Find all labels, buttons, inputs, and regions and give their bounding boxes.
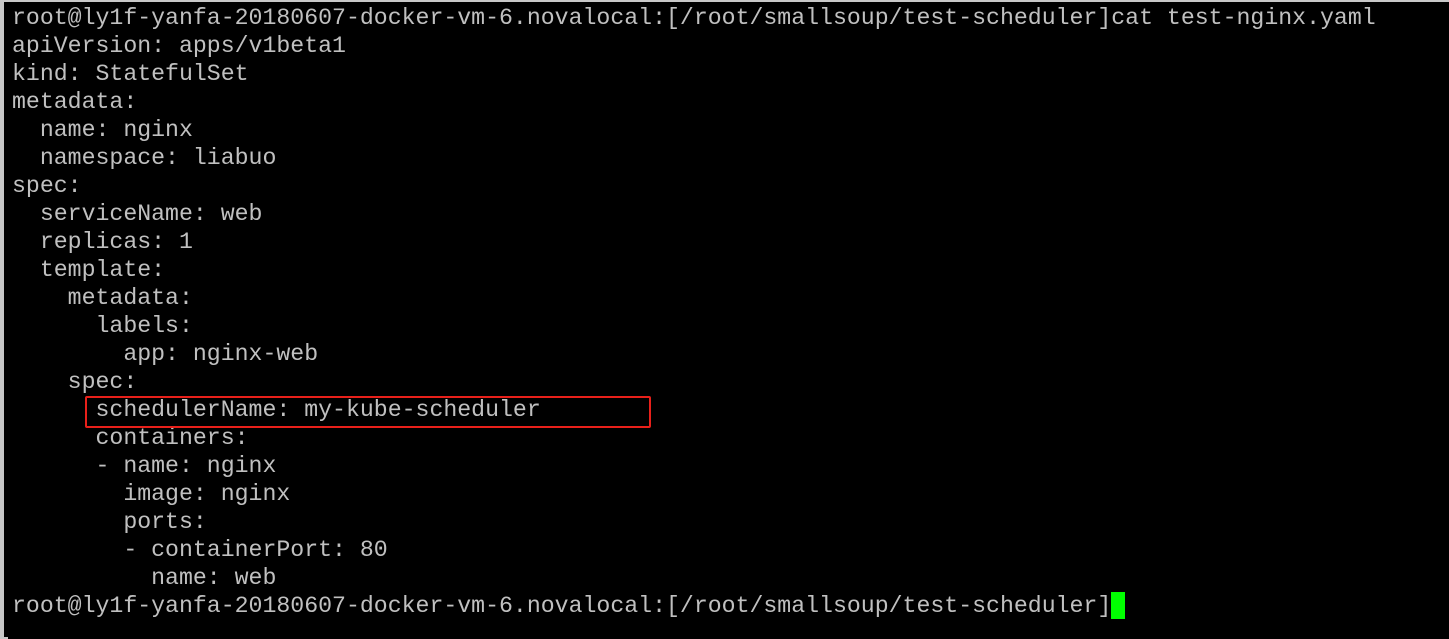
output-line: namespace: liabuo (12, 145, 277, 171)
output-line: metadata: (12, 285, 193, 311)
output-line: template: (12, 257, 166, 283)
output-line: serviceName: web (12, 201, 263, 227)
output-line: metadata: (12, 89, 138, 115)
output-line: replicas: 1 (12, 229, 193, 255)
text-cursor (1111, 592, 1126, 619)
terminal-window[interactable]: root@ly1f-yanfa-20180607-docker-vm-6.nov… (0, 0, 1449, 639)
output-line: containers: (12, 425, 249, 451)
output-line: name: web (12, 565, 277, 591)
output-line: name: nginx (12, 117, 193, 143)
highlight-annotation-box (85, 396, 651, 428)
output-line: kind: StatefulSet (12, 61, 249, 87)
output-line: ports: (12, 509, 207, 535)
output-line: - name: nginx (12, 453, 277, 479)
output-line: image: nginx (12, 481, 291, 507)
shell-prompt: root@ly1f-yanfa-20180607-docker-vm-6.nov… (12, 593, 1112, 619)
command-line: root@ly1f-yanfa-20180607-docker-vm-6.nov… (12, 5, 1376, 31)
output-line: app: nginx-web (12, 341, 319, 367)
prompt-line[interactable]: root@ly1f-yanfa-20180607-docker-vm-6.nov… (12, 592, 1126, 620)
output-line: spec: (12, 173, 82, 199)
output-line: spec: (12, 369, 138, 395)
output-line: apiVersion: apps/v1beta1 (12, 33, 346, 59)
terminal-screen[interactable]: root@ly1f-yanfa-20180607-docker-vm-6.nov… (8, 4, 1449, 639)
output-line: labels: (12, 313, 193, 339)
output-line: - containerPort: 80 (12, 537, 388, 563)
